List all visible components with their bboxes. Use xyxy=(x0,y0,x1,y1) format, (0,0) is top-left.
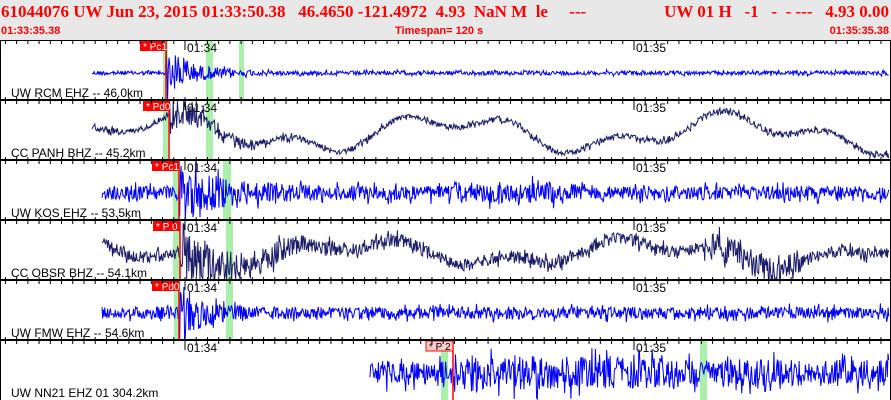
station-label: UW NN21 EHZ 01 304.2km xyxy=(11,386,158,400)
time-label: 01:35 xyxy=(636,341,666,355)
station-label: UW FMW EHZ -- 54.6km xyxy=(11,326,144,340)
pick-label: * P 0 xyxy=(156,222,178,233)
event-summary-right: UW 01 H -1 - - --- 4.93 0.00 xyxy=(664,2,889,21)
time-label: 01:35 xyxy=(636,161,666,175)
waveform xyxy=(101,222,890,281)
station-label: CC OBSR BHZ -- 54.1km xyxy=(11,266,147,280)
event-header: 61044076 UW Jun 23, 2015 01:33:50.38 46.… xyxy=(0,0,891,40)
seismogram-panels[interactable]: * Pc1 01:34 01:35UW RCM EHZ -- 46.0km* Pd0… xyxy=(0,40,891,400)
time-label: 01:34 xyxy=(187,281,217,295)
station-label: UW KOS EHZ -- 53.5km xyxy=(11,206,141,220)
time-label: 01:34 xyxy=(187,161,217,175)
station-label: UW RCM EHZ -- 46.0km xyxy=(11,86,143,100)
time-label: 01:35 xyxy=(636,281,666,295)
pick-label: * Pd0 xyxy=(155,282,180,293)
trace-panel[interactable]: * Pc1 01:34 01:35 UW RCM EHZ -- 46.0km xyxy=(0,40,891,100)
start-time: 01:33:35.38 xyxy=(1,25,61,37)
pick-label: * Pd0 xyxy=(146,102,171,113)
waveform xyxy=(101,160,890,220)
trace-panel[interactable]: * Pd0 01:34 01:35 UW FMW EHZ -- 54.6km xyxy=(0,277,891,340)
time-label: 01:34 xyxy=(187,341,217,355)
pick-label: * Pc1 xyxy=(155,162,179,173)
pick-window xyxy=(239,40,244,100)
waveform xyxy=(101,286,890,340)
trace-panel[interactable]: * P 201:34 01:35UW NN21 EHZ 01 304.2km xyxy=(0,337,891,400)
timespan-label: Timespan= 120 s xyxy=(395,25,484,37)
time-label: 01:34 xyxy=(187,221,217,235)
end-time: 01:35:35.38 xyxy=(829,25,889,37)
station-label: CC PANH BHZ -- 45.2km xyxy=(11,146,145,160)
event-title: 61044076 UW Jun 23, 2015 01:33:50.38 46.… xyxy=(1,2,587,21)
pick-window xyxy=(700,340,707,400)
time-label: 01:35 xyxy=(636,101,666,115)
time-label: 01:35 xyxy=(636,41,666,55)
time-label: 01:34 xyxy=(187,101,217,115)
time-label: 01:34 xyxy=(187,41,217,55)
pick-label: * Pc1 xyxy=(143,42,167,53)
time-label: 01:35 xyxy=(636,221,666,235)
trace-panel[interactable]: * Pd0 01:34 01:35 CC PANH BHZ -- 45.2km xyxy=(0,97,891,160)
trace-panel[interactable]: * Pc1 01:34 01:35 UW KOS EHZ -- 53.5km xyxy=(0,157,891,220)
trace-panel[interactable]: * P 0 01:34 01:35 CC OBSR BHZ -- 54.1km xyxy=(0,217,891,281)
